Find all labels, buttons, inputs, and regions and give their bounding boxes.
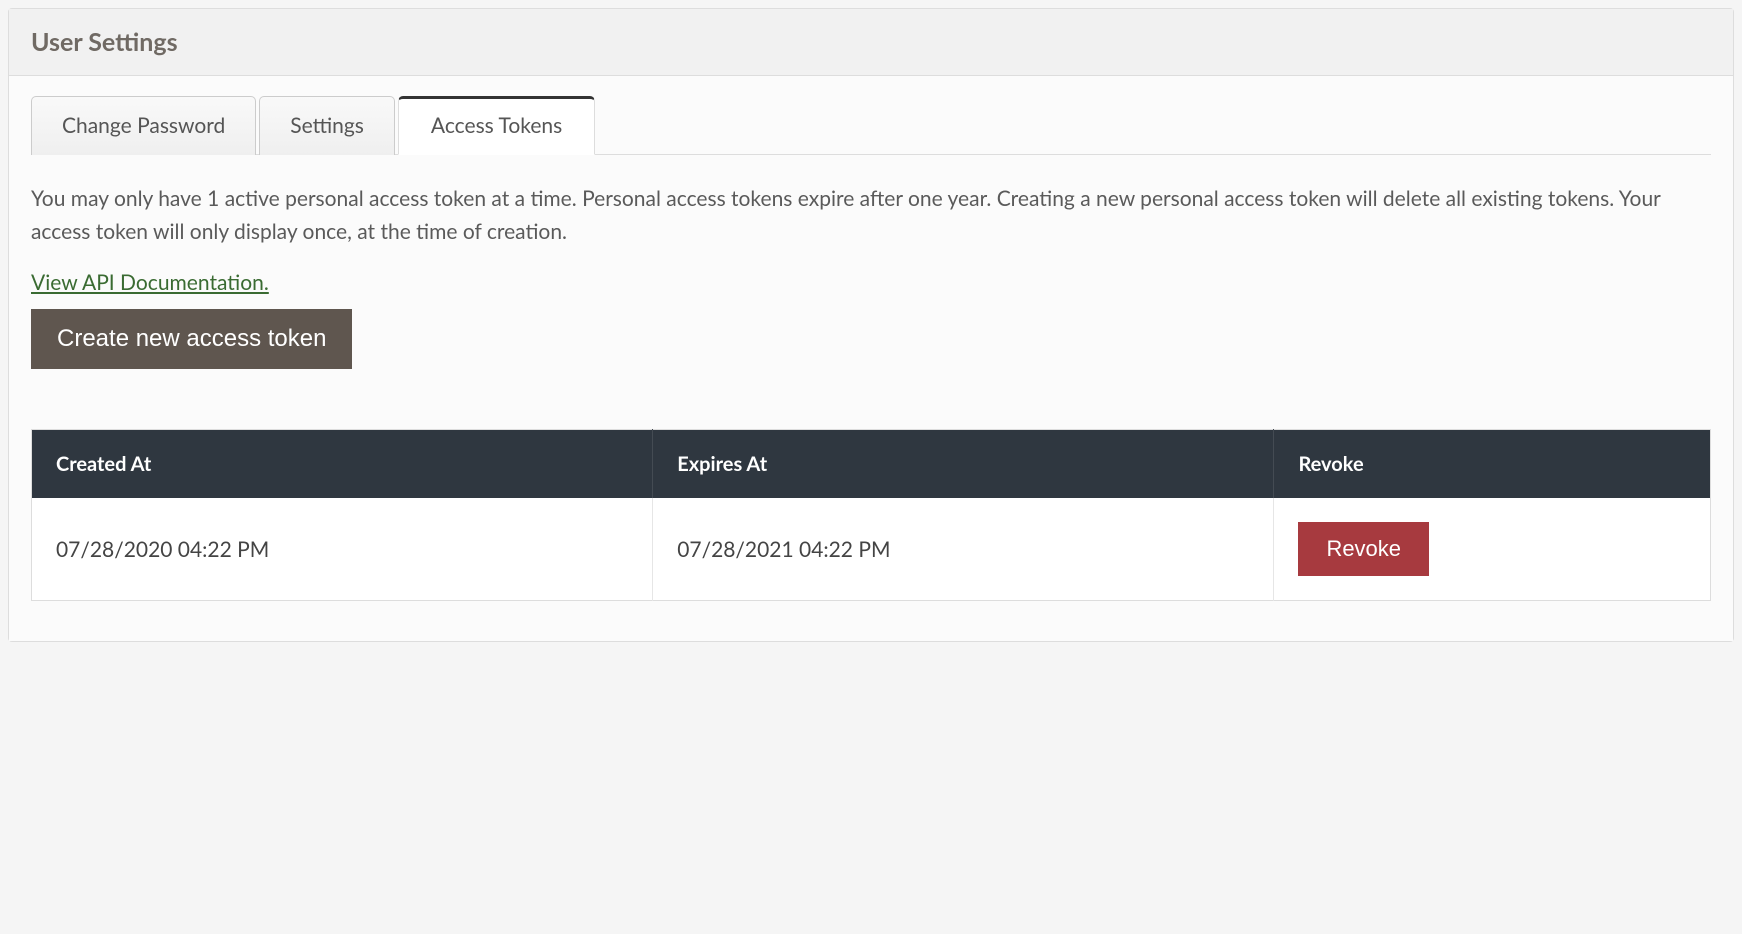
cell-created-at: 07/28/2020 04:22 PM [32,498,653,601]
api-documentation-link[interactable]: View API Documentation. [31,270,269,295]
cell-revoke: Revoke [1274,498,1711,601]
panel-body: Change Password Settings Access Tokens Y… [9,76,1733,641]
create-access-token-button[interactable]: Create new access token [31,309,352,369]
col-header-expires-at: Expires At [653,430,1274,499]
table-row: 07/28/2020 04:22 PM 07/28/2021 04:22 PM … [32,498,1711,601]
tab-settings[interactable]: Settings [259,96,395,155]
revoke-button[interactable]: Revoke [1298,522,1429,576]
tab-access-tokens[interactable]: Access Tokens [398,96,595,155]
cell-expires-at: 07/28/2021 04:22 PM [653,498,1274,601]
access-tokens-table: Created At Expires At Revoke 07/28/2020 … [31,429,1711,601]
panel-header: User Settings [9,9,1733,76]
panel-title: User Settings [31,27,1711,57]
table-header-row: Created At Expires At Revoke [32,430,1711,499]
col-header-revoke: Revoke [1274,430,1711,499]
access-tokens-description: You may only have 1 active personal acce… [31,183,1711,248]
col-header-created-at: Created At [32,430,653,499]
tab-change-password[interactable]: Change Password [31,96,256,155]
user-settings-panel: User Settings Change Password Settings A… [8,8,1734,642]
tabs: Change Password Settings Access Tokens [31,96,1711,155]
